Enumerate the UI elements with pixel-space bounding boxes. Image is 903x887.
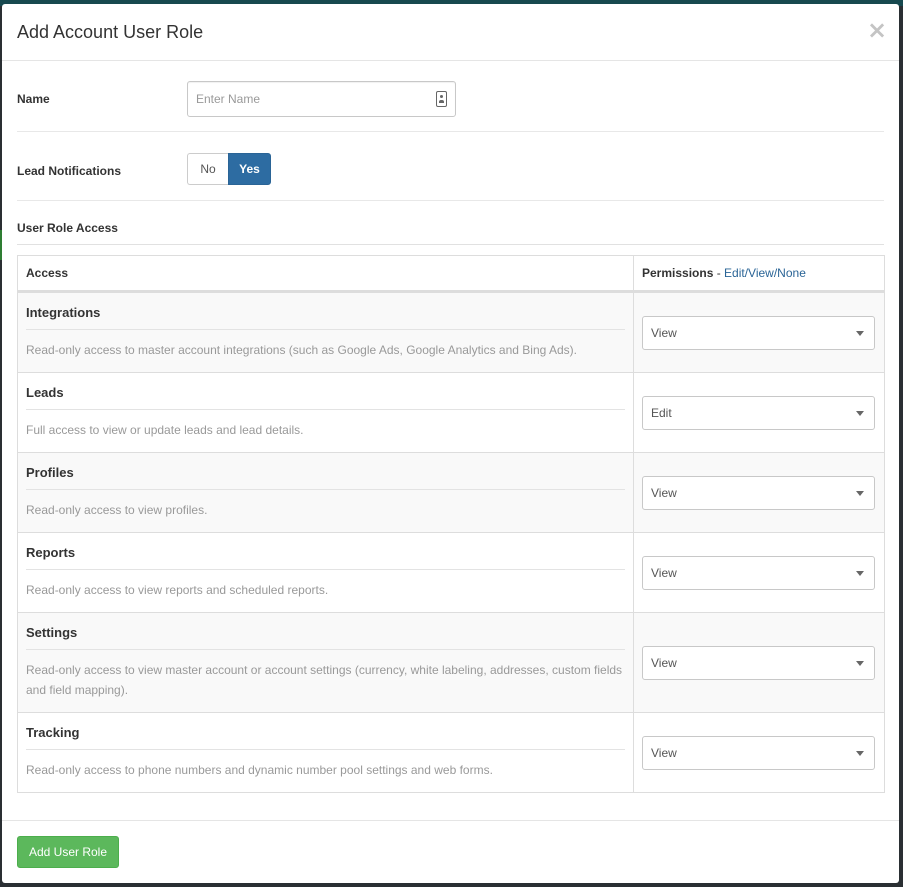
table-row: Tracking Read-only access to phone numbe… [17, 712, 885, 793]
close-icon[interactable]: × [867, 18, 887, 42]
permission-select-reports[interactable]: View [642, 555, 875, 590]
access-item-description: Read-only access to view master account … [26, 663, 623, 697]
permissions-label: Permissions [642, 266, 714, 280]
access-item-description: Full access to view or update leads and … [26, 423, 304, 437]
access-item-description: Read-only access to view reports and sch… [26, 583, 329, 597]
modal-body: Name Lead Notifications No Yes User Role… [2, 61, 899, 793]
permission-select-settings[interactable]: View [642, 645, 875, 680]
modal-footer: Add User Role [2, 820, 899, 883]
permission-select-leads[interactable]: Edit [642, 395, 875, 430]
table-row: Integrations Read-only access to master … [17, 291, 885, 373]
access-cell: Tracking Read-only access to phone numbe… [17, 712, 634, 793]
access-item-description: Read-only access to view profiles. [26, 503, 208, 517]
permission-select-value: View [651, 745, 677, 760]
access-item-name: Integrations [26, 305, 625, 330]
add-user-role-modal: Add Account User Role × Name Lead Notifi… [2, 4, 899, 883]
lead-notifications-label: Lead Notifications [17, 164, 122, 178]
permission-cell: View [633, 612, 885, 713]
access-cell: Settings Read-only access to view master… [17, 612, 634, 713]
user-role-access-title: User Role Access [17, 221, 118, 235]
access-item-description: Read-only access to master account integ… [26, 343, 577, 357]
toggle-no-button[interactable]: No [187, 153, 228, 185]
access-item-name: Reports [26, 545, 625, 570]
lead-notifications-row: Lead Notifications No Yes [17, 132, 884, 201]
permission-select-value: View [651, 325, 677, 340]
permissions-hint-link[interactable]: Edit/View/None [724, 266, 806, 280]
name-input-wrapper [187, 81, 456, 117]
caret-down-icon [856, 410, 864, 416]
modal-header: Add Account User Role × [2, 4, 899, 61]
access-cell: Profiles Read-only access to view profil… [17, 452, 634, 533]
permission-select-value: Edit [651, 405, 672, 420]
permission-select-value: View [651, 565, 677, 580]
caret-down-icon [856, 330, 864, 336]
permission-select-profiles[interactable]: View [642, 475, 875, 510]
access-item-description: Read-only access to phone numbers and dy… [26, 763, 493, 777]
modal-title: Add Account User Role [17, 22, 204, 42]
table-row: Leads Full access to view or update lead… [17, 372, 885, 453]
lead-notifications-toggle: No Yes [187, 153, 271, 185]
access-column-header: Access [17, 255, 634, 293]
access-item-name: Leads [26, 385, 625, 410]
contact-card-icon [436, 91, 447, 107]
toggle-yes-button[interactable]: Yes [228, 153, 271, 185]
access-item-name: Profiles [26, 465, 625, 490]
name-row: Name [17, 61, 884, 132]
permission-cell: View [633, 452, 885, 533]
name-label: Name [17, 92, 50, 106]
permission-cell: View [633, 712, 885, 793]
permission-select-integrations[interactable]: View [642, 315, 875, 350]
permission-cell: View [633, 532, 885, 613]
permissions-separator: - [713, 266, 725, 280]
caret-down-icon [856, 660, 864, 666]
permission-select-tracking[interactable]: View [642, 735, 875, 770]
name-input[interactable] [188, 82, 455, 116]
permission-select-value: View [651, 485, 677, 500]
access-cell: Leads Full access to view or update lead… [17, 372, 634, 453]
access-cell: Integrations Read-only access to master … [17, 291, 634, 373]
caret-down-icon [856, 570, 864, 576]
access-table: Access Permissions - Edit/View/None Inte… [17, 255, 885, 793]
access-cell: Reports Read-only access to view reports… [17, 532, 634, 613]
caret-down-icon [856, 750, 864, 756]
access-table-header-row: Access Permissions - Edit/View/None [17, 255, 885, 293]
table-row: Settings Read-only access to view master… [17, 612, 885, 713]
access-item-name: Tracking [26, 725, 625, 750]
add-user-role-button[interactable]: Add User Role [17, 836, 119, 868]
table-row: Reports Read-only access to view reports… [17, 532, 885, 613]
permission-cell: Edit [633, 372, 885, 453]
permission-select-value: View [651, 655, 677, 670]
caret-down-icon [856, 490, 864, 496]
table-row: Profiles Read-only access to view profil… [17, 452, 885, 533]
permission-cell: View [633, 291, 885, 373]
user-role-access-header: User Role Access [17, 201, 884, 245]
permissions-column-header: Permissions - Edit/View/None [633, 255, 885, 293]
access-item-name: Settings [26, 625, 625, 650]
